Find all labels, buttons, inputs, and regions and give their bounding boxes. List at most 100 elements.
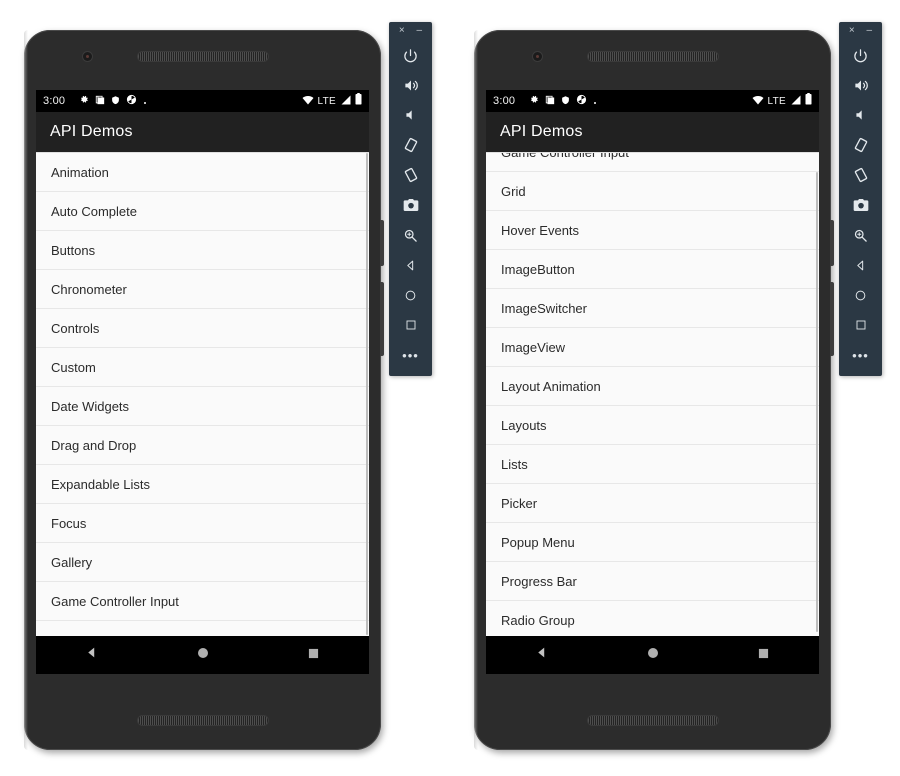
toolbar-screenshot-button[interactable]: [389, 190, 432, 220]
list-item[interactable]: Gallery: [36, 543, 369, 582]
toolbar-screenshot-button[interactable]: [839, 190, 882, 220]
toolbar-zoom-button[interactable]: [839, 220, 882, 250]
toolbar-zoom-button[interactable]: [389, 220, 432, 250]
overview-icon: [855, 319, 867, 331]
list-item[interactable]: Picker: [486, 484, 819, 523]
toolbar-rotate-right-button[interactable]: [389, 160, 432, 190]
toolbar-rotate-left-button[interactable]: [839, 130, 882, 160]
list-item[interactable]: Buttons: [36, 231, 369, 270]
rotate-right-icon: [403, 167, 419, 183]
minimize-icon[interactable]: –: [417, 26, 423, 36]
toolbar-home-button[interactable]: [389, 280, 432, 310]
list-item[interactable]: Hover Events: [486, 211, 819, 250]
nav-back-button[interactable]: [62, 646, 122, 664]
list-item-label: Expandable Lists: [51, 476, 151, 492]
phone-screen: 3:00: [36, 90, 369, 674]
status-bar: 3:00 LTE: [36, 90, 369, 112]
minimize-icon[interactable]: –: [867, 26, 873, 36]
navigation-bar: [486, 636, 819, 674]
list-item[interactable]: Layout Animation: [486, 367, 819, 406]
volume-side-button[interactable]: [380, 282, 384, 356]
list-item-label: Popup Menu: [501, 534, 575, 550]
list-item-label: Picker: [501, 495, 538, 511]
list-item-label: ImageButton: [501, 261, 575, 277]
overview-icon: [405, 319, 417, 331]
camera-icon: [853, 198, 869, 212]
nav-overview-button[interactable]: [734, 646, 794, 664]
list-item[interactable]: Animation: [36, 153, 369, 192]
toolbar-volume-down-button[interactable]: [839, 100, 882, 130]
toolbar-back-button[interactable]: [839, 250, 882, 280]
list-item[interactable]: Auto Complete: [36, 192, 369, 231]
toolbar-window-controls: × –: [839, 22, 882, 40]
toolbar-overview-button[interactable]: [839, 310, 882, 340]
nav-home-button[interactable]: [623, 646, 683, 664]
demo-list[interactable]: Animation Auto Complete Buttons Chronometer…: [36, 152, 369, 636]
volume-down-icon: [854, 108, 867, 122]
toolbar-more-button[interactable]: •••: [389, 340, 432, 370]
emulator-window-left: 3:00 LTE API Demos Animation Auto Comple…: [0, 0, 450, 776]
toolbar-more-button[interactable]: •••: [839, 340, 882, 370]
shield-icon: [561, 92, 570, 110]
list-item[interactable]: Date Widgets: [36, 387, 369, 426]
close-icon[interactable]: ×: [849, 26, 855, 36]
signal-icon: [340, 92, 351, 110]
list-item[interactable]: Popup Menu: [486, 523, 819, 562]
list-item-label: ImageSwitcher: [501, 300, 587, 316]
list-item[interactable]: Grid: [486, 172, 819, 211]
toolbar-back-button[interactable]: [389, 250, 432, 280]
toolbar-volume-up-button[interactable]: [389, 70, 432, 100]
back-icon: [85, 646, 98, 664]
book-icon: [545, 92, 555, 110]
bottom-speaker: [587, 716, 718, 725]
list-item[interactable]: Drag and Drop: [36, 426, 369, 465]
list-scrollbar[interactable]: [816, 172, 818, 633]
volume-down-icon: [404, 108, 417, 122]
more-icon: •••: [402, 347, 419, 363]
list-scrollbar[interactable]: [366, 153, 368, 635]
nav-home-button[interactable]: [173, 646, 233, 664]
list-item[interactable]: Layouts: [486, 406, 819, 445]
list-item-label: Lists: [501, 456, 528, 472]
list-item-label: Focus: [51, 515, 87, 531]
list-item[interactable]: ImageView: [486, 328, 819, 367]
close-icon[interactable]: ×: [399, 26, 405, 36]
nav-back-button[interactable]: [512, 646, 572, 664]
dot-icon: [593, 92, 597, 110]
list-item[interactable]: Custom: [36, 348, 369, 387]
list-item[interactable]: Expandable Lists: [36, 465, 369, 504]
toolbar-volume-down-button[interactable]: [389, 100, 432, 130]
list-item[interactable]: Lists: [486, 445, 819, 484]
list-item[interactable]: Game Controller Input: [36, 582, 369, 621]
list-item-label: Hover Events: [501, 222, 580, 238]
toolbar-overview-button[interactable]: [389, 310, 432, 340]
demo-list[interactable]: Game Controller Input Grid Hover Events Ima…: [486, 152, 819, 636]
list-item[interactable]: Controls: [36, 309, 369, 348]
list-item[interactable]: ImageSwitcher: [486, 289, 819, 328]
toolbar-power-button[interactable]: [389, 40, 432, 70]
gear-icon: [528, 92, 539, 110]
list-item[interactable]: Game Controller Input: [486, 153, 819, 172]
toolbar-rotate-right-button[interactable]: [839, 160, 882, 190]
power-side-button[interactable]: [830, 220, 834, 266]
status-bar-right-group: LTE: [302, 92, 363, 110]
rotate-right-icon: [853, 167, 869, 183]
list-item[interactable]: Radio Group: [486, 601, 819, 636]
battery-icon: [355, 92, 362, 110]
list-item-label: Progress Bar: [501, 573, 577, 589]
toolbar-rotate-left-button[interactable]: [389, 130, 432, 160]
power-side-button[interactable]: [380, 220, 384, 266]
phone-screen: 3:00: [486, 90, 819, 674]
list-item[interactable]: Chronometer: [36, 270, 369, 309]
list-item[interactable]: Focus: [36, 504, 369, 543]
nav-overview-button[interactable]: [284, 646, 344, 664]
list-item[interactable]: ImageButton: [486, 250, 819, 289]
zoom-icon: [403, 228, 418, 243]
toolbar-home-button[interactable]: [839, 280, 882, 310]
toolbar-volume-up-button[interactable]: [839, 70, 882, 100]
list-item-label: Custom: [51, 359, 96, 375]
list-item[interactable]: Progress Bar: [486, 562, 819, 601]
toolbar-power-button[interactable]: [839, 40, 882, 70]
wifi-icon: [752, 92, 764, 110]
volume-side-button[interactable]: [830, 282, 834, 356]
